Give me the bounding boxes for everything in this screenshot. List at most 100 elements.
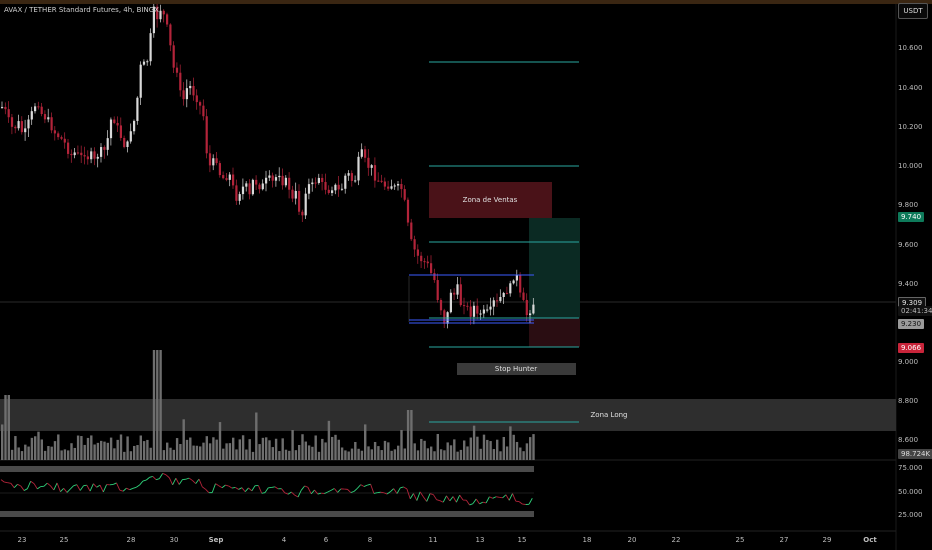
- rsi-segment: [257, 485, 263, 494]
- candle-body: [367, 157, 370, 168]
- volume-bar: [76, 435, 80, 460]
- candle-body: [43, 114, 47, 120]
- volume-bar: [172, 449, 175, 460]
- rsi-segment: [261, 492, 266, 494]
- candle-body: [463, 305, 466, 307]
- candle-body: [205, 116, 208, 154]
- rsi-segment: [403, 486, 408, 490]
- volume-bar: [532, 434, 535, 460]
- volume-bar: [370, 449, 373, 460]
- volume-bar: [327, 420, 331, 460]
- rsi-segment: [63, 488, 68, 493]
- rsi-segment: [426, 493, 431, 502]
- rsi-segment: [409, 493, 414, 499]
- candle-body: [472, 305, 476, 317]
- time-tick-label: 8: [367, 536, 373, 544]
- rsi-segment: [50, 485, 55, 491]
- candle-body: [476, 305, 479, 314]
- candle-body: [1, 106, 4, 108]
- volume-bar: [324, 442, 327, 460]
- time-tick-label: 23: [17, 536, 27, 544]
- volume-bar: [63, 449, 67, 460]
- volume-bar: [255, 412, 258, 460]
- candle-body: [109, 119, 113, 139]
- rsi-segment: [370, 484, 375, 494]
- volume-bar: [251, 451, 255, 460]
- rsi-segment: [162, 472, 167, 476]
- rsi-segment: [502, 494, 507, 499]
- candle-body: [459, 284, 462, 306]
- volume-bar: [463, 440, 466, 460]
- rsi-segment: [178, 479, 183, 485]
- volume-bar: [93, 444, 96, 460]
- volume-bar: [314, 435, 317, 460]
- volume-bar: [443, 450, 446, 460]
- time-tick-label: 25: [59, 536, 69, 544]
- candle-body: [185, 88, 188, 100]
- volume-bar: [294, 450, 298, 460]
- rsi-segment: [413, 493, 418, 501]
- volume-bar: [380, 450, 383, 460]
- candle-body: [133, 120, 136, 132]
- volume-bar: [344, 450, 347, 460]
- currency-button[interactable]: USDT: [898, 3, 928, 19]
- volume-bar: [387, 442, 390, 460]
- price-tick-label: 8.800: [898, 397, 919, 405]
- time-tick-label: 11: [428, 536, 438, 544]
- rsi-segment: [102, 484, 108, 493]
- candle-body: [449, 292, 452, 313]
- rsi-segment: [43, 482, 48, 487]
- candle-body: [255, 179, 258, 185]
- volume-bar: [179, 444, 182, 460]
- rsi-segment: [238, 487, 243, 490]
- volume-bar: [403, 448, 406, 460]
- candle-body: [241, 186, 245, 195]
- candle-body: [350, 173, 353, 181]
- volume-bar: [423, 440, 426, 460]
- volume-bar: [67, 450, 70, 460]
- risk-box: [529, 318, 580, 347]
- candle-body: [212, 158, 215, 166]
- candle-body: [76, 152, 80, 154]
- volume-bar: [43, 450, 47, 460]
- volume-bar: [116, 439, 119, 460]
- candle-body: [202, 105, 205, 117]
- rsi-segment: [218, 485, 223, 489]
- candle-body: [175, 67, 179, 73]
- candle-body: [271, 175, 274, 181]
- rsi-overbought-band: [0, 466, 534, 472]
- price-tick-label: 8.600: [898, 436, 919, 444]
- volume-bar: [139, 435, 142, 460]
- rsi-segment: [205, 488, 210, 493]
- candle-body: [10, 117, 14, 127]
- rsi-segment: [482, 501, 487, 504]
- rsi-segment: [327, 489, 332, 493]
- rsi-segment: [475, 498, 480, 505]
- rsi-segment: [83, 484, 87, 487]
- volume-bar: [50, 446, 53, 460]
- rsi-segment: [446, 495, 451, 502]
- rsi-segment: [221, 484, 226, 489]
- volume-bar: [311, 446, 314, 460]
- candle-body: [496, 300, 499, 302]
- rsi-segment: [357, 484, 362, 489]
- volume-bar: [142, 441, 146, 460]
- volume-bar: [162, 450, 166, 460]
- rsi-label-high: 75.000: [898, 464, 923, 472]
- candle-body: [423, 261, 426, 263]
- countdown-badge: 02:41:34: [898, 306, 932, 316]
- rsi-segment: [17, 483, 22, 487]
- candle-body: [106, 138, 109, 150]
- candle-body: [416, 249, 419, 256]
- price-chart[interactable]: [0, 0, 932, 550]
- rsi-segment: [126, 487, 130, 491]
- volume-bar: [383, 440, 387, 460]
- volume-bar: [40, 439, 43, 460]
- volume-bar: [390, 450, 393, 460]
- candle-body: [334, 184, 337, 191]
- rsi-segment: [99, 484, 104, 493]
- rsi-segment: [363, 484, 368, 487]
- price-tick-label: 9.800: [898, 201, 919, 209]
- volume-bar: [393, 449, 397, 460]
- rsi-segment: [508, 493, 513, 501]
